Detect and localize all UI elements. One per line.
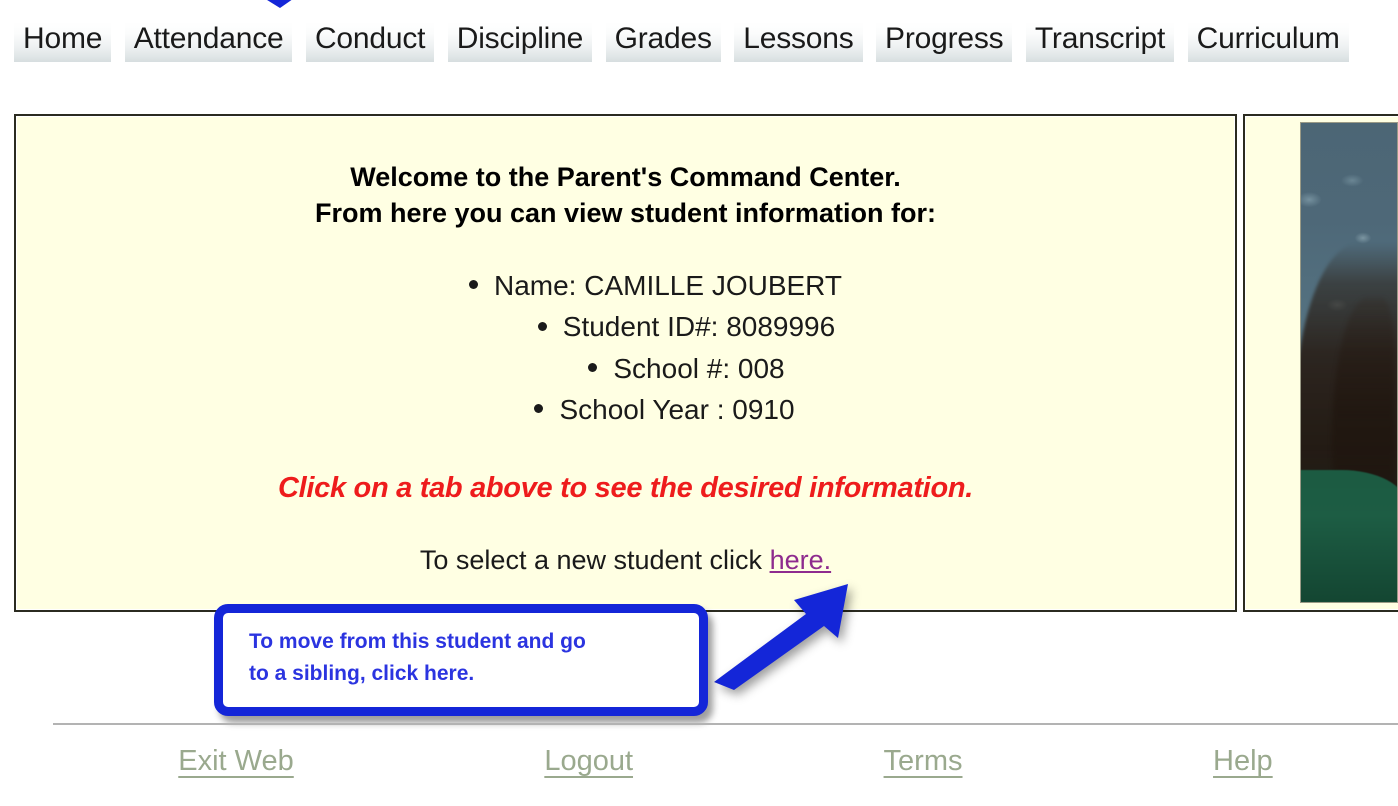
list-item-school-year: School Year : 0910 <box>36 389 1215 430</box>
annotation-callout: To move from this student and go to a si… <box>214 604 708 716</box>
footer-link-bar: Exit Web Logout Terms Help <box>53 745 1398 795</box>
select-new-student-prefix: To select a new student click <box>419 544 770 575</box>
list-item-student-id: Student ID#: 8089996 <box>36 306 1215 347</box>
footer-link-exit-web[interactable]: Exit Web <box>178 745 294 778</box>
annotation-arrow-icon <box>714 584 848 690</box>
bullet-icon <box>468 280 478 290</box>
main-tab-bar: Home Attendance Conduct Discipline Grade… <box>0 22 1398 68</box>
student-photo-shoulder <box>1301 470 1397 602</box>
footer-link-logout[interactable]: Logout <box>544 745 633 778</box>
select-new-student-line: To select a new student click here. <box>36 545 1215 576</box>
tab-conduct[interactable]: Conduct <box>305 22 435 62</box>
school-number-value: School #: 008 <box>613 352 785 384</box>
annotation-arrow-top-fragment <box>258 0 302 8</box>
welcome-heading-line1: Welcome to the Parent's Command Center. <box>350 162 901 192</box>
list-item-school-number: School #: 008 <box>36 348 1215 389</box>
page-root: Home Attendance Conduct Discipline Grade… <box>0 0 1398 806</box>
student-info-list: Name: CAMILLE JOUBERT Student ID#: 80899… <box>36 265 1215 430</box>
annotation-callout-text: To move from this student and go to a si… <box>249 630 586 685</box>
welcome-heading-line2: From here you can view student informati… <box>314 197 937 228</box>
instruction-text: Click on a tab above to see the desired … <box>277 471 974 504</box>
school-year-value: School Year : 0910 <box>559 393 795 425</box>
student-id-value: Student ID#: 8089996 <box>562 311 836 343</box>
tab-discipline[interactable]: Discipline <box>447 22 593 62</box>
tab-lessons[interactable]: Lessons <box>734 22 863 62</box>
welcome-panel: Welcome to the Parent's Command Center. … <box>14 114 1237 612</box>
tab-progress[interactable]: Progress <box>876 22 1013 62</box>
footer-divider <box>53 723 1398 725</box>
footer-link-terms[interactable]: Terms <box>884 745 963 778</box>
bullet-icon <box>534 403 544 413</box>
welcome-heading: Welcome to the Parent's Command Center. … <box>36 160 1215 231</box>
tab-grades[interactable]: Grades <box>605 22 721 62</box>
tab-attendance[interactable]: Attendance <box>124 22 293 62</box>
footer-link-help[interactable]: Help <box>1213 745 1273 778</box>
student-name-value: Name: CAMILLE JOUBERT <box>493 270 843 302</box>
list-item-name: Name: CAMILLE JOUBERT <box>36 265 1215 306</box>
bullet-icon <box>537 321 547 331</box>
bullet-icon <box>588 362 598 372</box>
student-photo <box>1300 122 1398 603</box>
select-new-student-link[interactable]: here. <box>770 545 832 575</box>
tab-home[interactable]: Home <box>14 22 112 62</box>
student-photo-image <box>1301 123 1397 602</box>
welcome-panel-content: Welcome to the Parent's Command Center. … <box>16 116 1235 610</box>
tab-transcript[interactable]: Transcript <box>1025 22 1175 62</box>
tab-curriculum[interactable]: Curriculum <box>1187 22 1349 62</box>
